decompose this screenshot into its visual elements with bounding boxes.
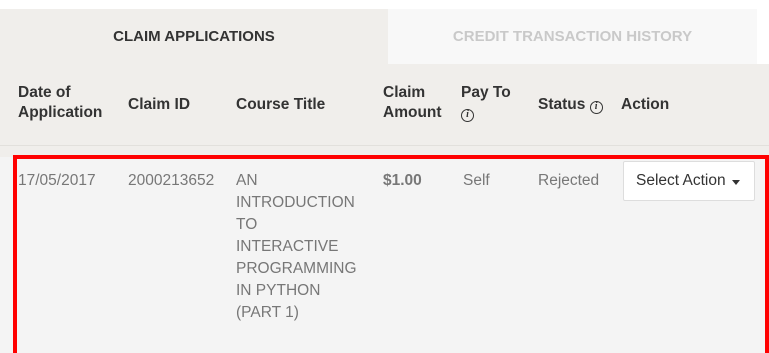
header-text: Amount bbox=[383, 104, 442, 121]
course-title-line: PROGRAMMING bbox=[236, 260, 357, 277]
header-text: Date of bbox=[18, 84, 71, 101]
cell-claim-amount: $1.00 bbox=[383, 172, 422, 189]
header-claim-id: Claim ID bbox=[128, 96, 191, 113]
cell-date: 17/05/2017 bbox=[18, 172, 96, 189]
select-action-label: Select Action bbox=[636, 172, 726, 189]
cell-course-title: AN INTRODUCTION TO INTERACTIVE PROGRAMMI… bbox=[236, 170, 357, 324]
tab-credit-transaction-history[interactable]: CREDIT TRANSACTION HISTORY bbox=[388, 9, 757, 64]
course-title-line: INTRODUCTION bbox=[236, 194, 355, 211]
select-action-dropdown[interactable]: Select Action bbox=[623, 161, 755, 201]
header-course-title: Course Title bbox=[236, 96, 326, 113]
course-title-line: TO bbox=[236, 216, 258, 233]
header-text: Pay To bbox=[461, 84, 511, 101]
tab-label: CREDIT TRANSACTION HISTORY bbox=[452, 28, 693, 45]
header-action: Action bbox=[621, 96, 670, 113]
claims-table: Date of Application Claim ID Course Titl… bbox=[0, 64, 769, 353]
status-info-icon[interactable]: i bbox=[589, 101, 603, 114]
header-text: Status bbox=[538, 96, 586, 113]
caret-down-icon bbox=[731, 179, 740, 185]
course-title-line: IN PYTHON bbox=[236, 282, 321, 299]
header-date-of-application: Date of Application bbox=[18, 83, 102, 123]
header-text: Claim bbox=[383, 84, 426, 101]
cell-pay-to: Self bbox=[463, 172, 490, 189]
table-row: 17/05/2017 2000213652 AN INTRODUCTION TO… bbox=[0, 157, 769, 353]
header-text: Application bbox=[18, 104, 103, 121]
table-header: Date of Application Claim ID Course Titl… bbox=[0, 64, 769, 146]
tab-label: CLAIM APPLICATIONS bbox=[113, 28, 275, 45]
header-pay-to: Pay To i bbox=[461, 83, 511, 123]
header-status: Status i bbox=[538, 95, 603, 115]
pay-to-info-icon[interactable]: i bbox=[461, 109, 474, 122]
course-title-line: (PART 1) bbox=[236, 304, 299, 321]
cell-claim-id: 2000213652 bbox=[128, 172, 215, 189]
cell-status: Rejected bbox=[538, 172, 600, 189]
course-title-line: INTERACTIVE bbox=[236, 238, 339, 255]
header-claim-amount: Claim Amount bbox=[383, 83, 442, 123]
tab-claim-applications[interactable]: CLAIM APPLICATIONS bbox=[0, 9, 388, 64]
course-title-line: AN bbox=[236, 172, 258, 189]
tab-bar: CLAIM APPLICATIONS CREDIT TRANSACTION HI… bbox=[0, 0, 769, 64]
